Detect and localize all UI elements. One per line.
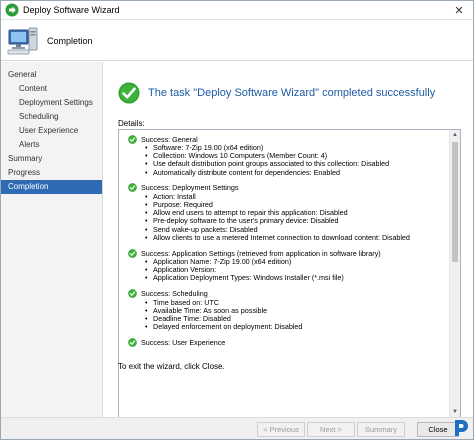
- success-check-icon: [128, 248, 137, 258]
- list-item-text: Automatically distribute content for dep…: [153, 167, 340, 177]
- success-check-icon: [128, 338, 137, 347]
- bullet-icon: •: [145, 273, 148, 283]
- wizard-window: Deploy Software Wizard ✕ Completion Gene…: [0, 0, 474, 440]
- wizard-footer: < Previous Next > Summary Close: [1, 417, 473, 439]
- nav-item-completion[interactable]: Completion: [1, 180, 102, 194]
- scroll-down-arrow-icon[interactable]: ▼: [450, 407, 460, 417]
- details-list: Success: General • Software: 7-Zip 19.00 (…: [119, 130, 449, 417]
- bullet-list: • Time based on: UTC • Available Time: As s…: [128, 298, 449, 332]
- details-label: Details:: [118, 119, 145, 128]
- previous-button[interactable]: < Previous: [257, 422, 305, 437]
- details-scrollbar[interactable]: ▲ ▼: [449, 130, 460, 417]
- exit-instruction: To exit the wizard, click Close.: [118, 362, 225, 371]
- title-bar[interactable]: Deploy Software Wizard ✕: [1, 1, 473, 20]
- window-title: Deploy Software Wizard: [23, 5, 120, 15]
- nav-item-user-experience[interactable]: User Experience: [1, 124, 102, 138]
- wizard-banner: Completion: [1, 21, 473, 61]
- success-check-icon: [128, 183, 137, 193]
- success-check-icon: [128, 289, 137, 298]
- wizard-arrow-icon: [5, 3, 19, 17]
- nav-item-alerts[interactable]: Alerts: [1, 138, 102, 152]
- wizard-nav: General Content Deployment Settings Sche…: [1, 62, 103, 417]
- scroll-thumb[interactable]: [452, 142, 458, 262]
- bullet-list: • Application Name: 7-Zip 19.00 (x64 edit…: [128, 257, 449, 283]
- section-title: Success: Scheduling: [141, 289, 208, 299]
- section-header: Success: User Experience: [128, 337, 449, 347]
- bullet-icon: •: [145, 322, 148, 332]
- success-check-icon: [118, 82, 140, 104]
- nav-item-content[interactable]: Content: [1, 82, 102, 96]
- computer-icon: [7, 27, 38, 54]
- completion-headline: The task "Deploy Software Wizard" comple…: [148, 87, 436, 99]
- window-close-button[interactable]: ✕: [445, 1, 473, 20]
- scroll-up-arrow-icon[interactable]: ▲: [450, 130, 460, 140]
- nav-item-general[interactable]: General: [1, 68, 102, 82]
- list-item: • Delayed enforcement on deployment: Disa…: [145, 323, 449, 331]
- next-button[interactable]: Next >: [307, 422, 355, 437]
- details-section: Success: User Experience: [128, 337, 449, 347]
- details-section: Success: Application Settings (retrieved…: [128, 248, 449, 283]
- wizard-content: The task "Deploy Software Wizard" comple…: [104, 62, 473, 418]
- logo-icon: [455, 420, 468, 436]
- list-item-text: Delayed enforcement on deployment: Disab…: [153, 322, 303, 332]
- nav-item-summary[interactable]: Summary: [1, 152, 102, 166]
- bullet-icon: •: [145, 167, 148, 177]
- success-header: The task "Deploy Software Wizard" comple…: [118, 82, 435, 104]
- list-item-text: Application Deployment Types: Windows In…: [153, 273, 344, 283]
- list-item: • Allow clients to use a metered Internet…: [145, 232, 449, 242]
- details-section: Success: Scheduling • Time based on: UTC • A…: [128, 289, 449, 332]
- details-section: Success: Deployment Settings • Action: Ins…: [128, 183, 449, 242]
- bullet-list: • Software: 7-Zip 19.00 (x64 edition) • Col…: [128, 143, 449, 177]
- list-item: • Application Deployment Types: Windows I…: [145, 274, 449, 282]
- summary-button[interactable]: Summary: [357, 422, 405, 437]
- list-item: • Automatically distribute content for de…: [145, 167, 449, 177]
- nav-item-deployment-settings[interactable]: Deployment Settings: [1, 96, 102, 110]
- nav-item-progress[interactable]: Progress: [1, 166, 102, 180]
- section-title: Success: Deployment Settings: [141, 183, 239, 193]
- page-title: Completion: [47, 35, 93, 46]
- success-check-icon: [128, 134, 137, 144]
- bullet-icon: •: [145, 232, 148, 242]
- list-item-text: Allow clients to use a metered Internet …: [153, 232, 410, 242]
- section-title: Success: User Experience: [141, 337, 226, 347]
- details-box[interactable]: Success: General • Software: 7-Zip 19.00 (…: [118, 129, 461, 418]
- bullet-list: • Action: Install • Purpose: Required • Allow…: [128, 192, 449, 242]
- nav-item-scheduling[interactable]: Scheduling: [1, 110, 102, 124]
- details-section: Success: General • Software: 7-Zip 19.00 (…: [128, 134, 449, 177]
